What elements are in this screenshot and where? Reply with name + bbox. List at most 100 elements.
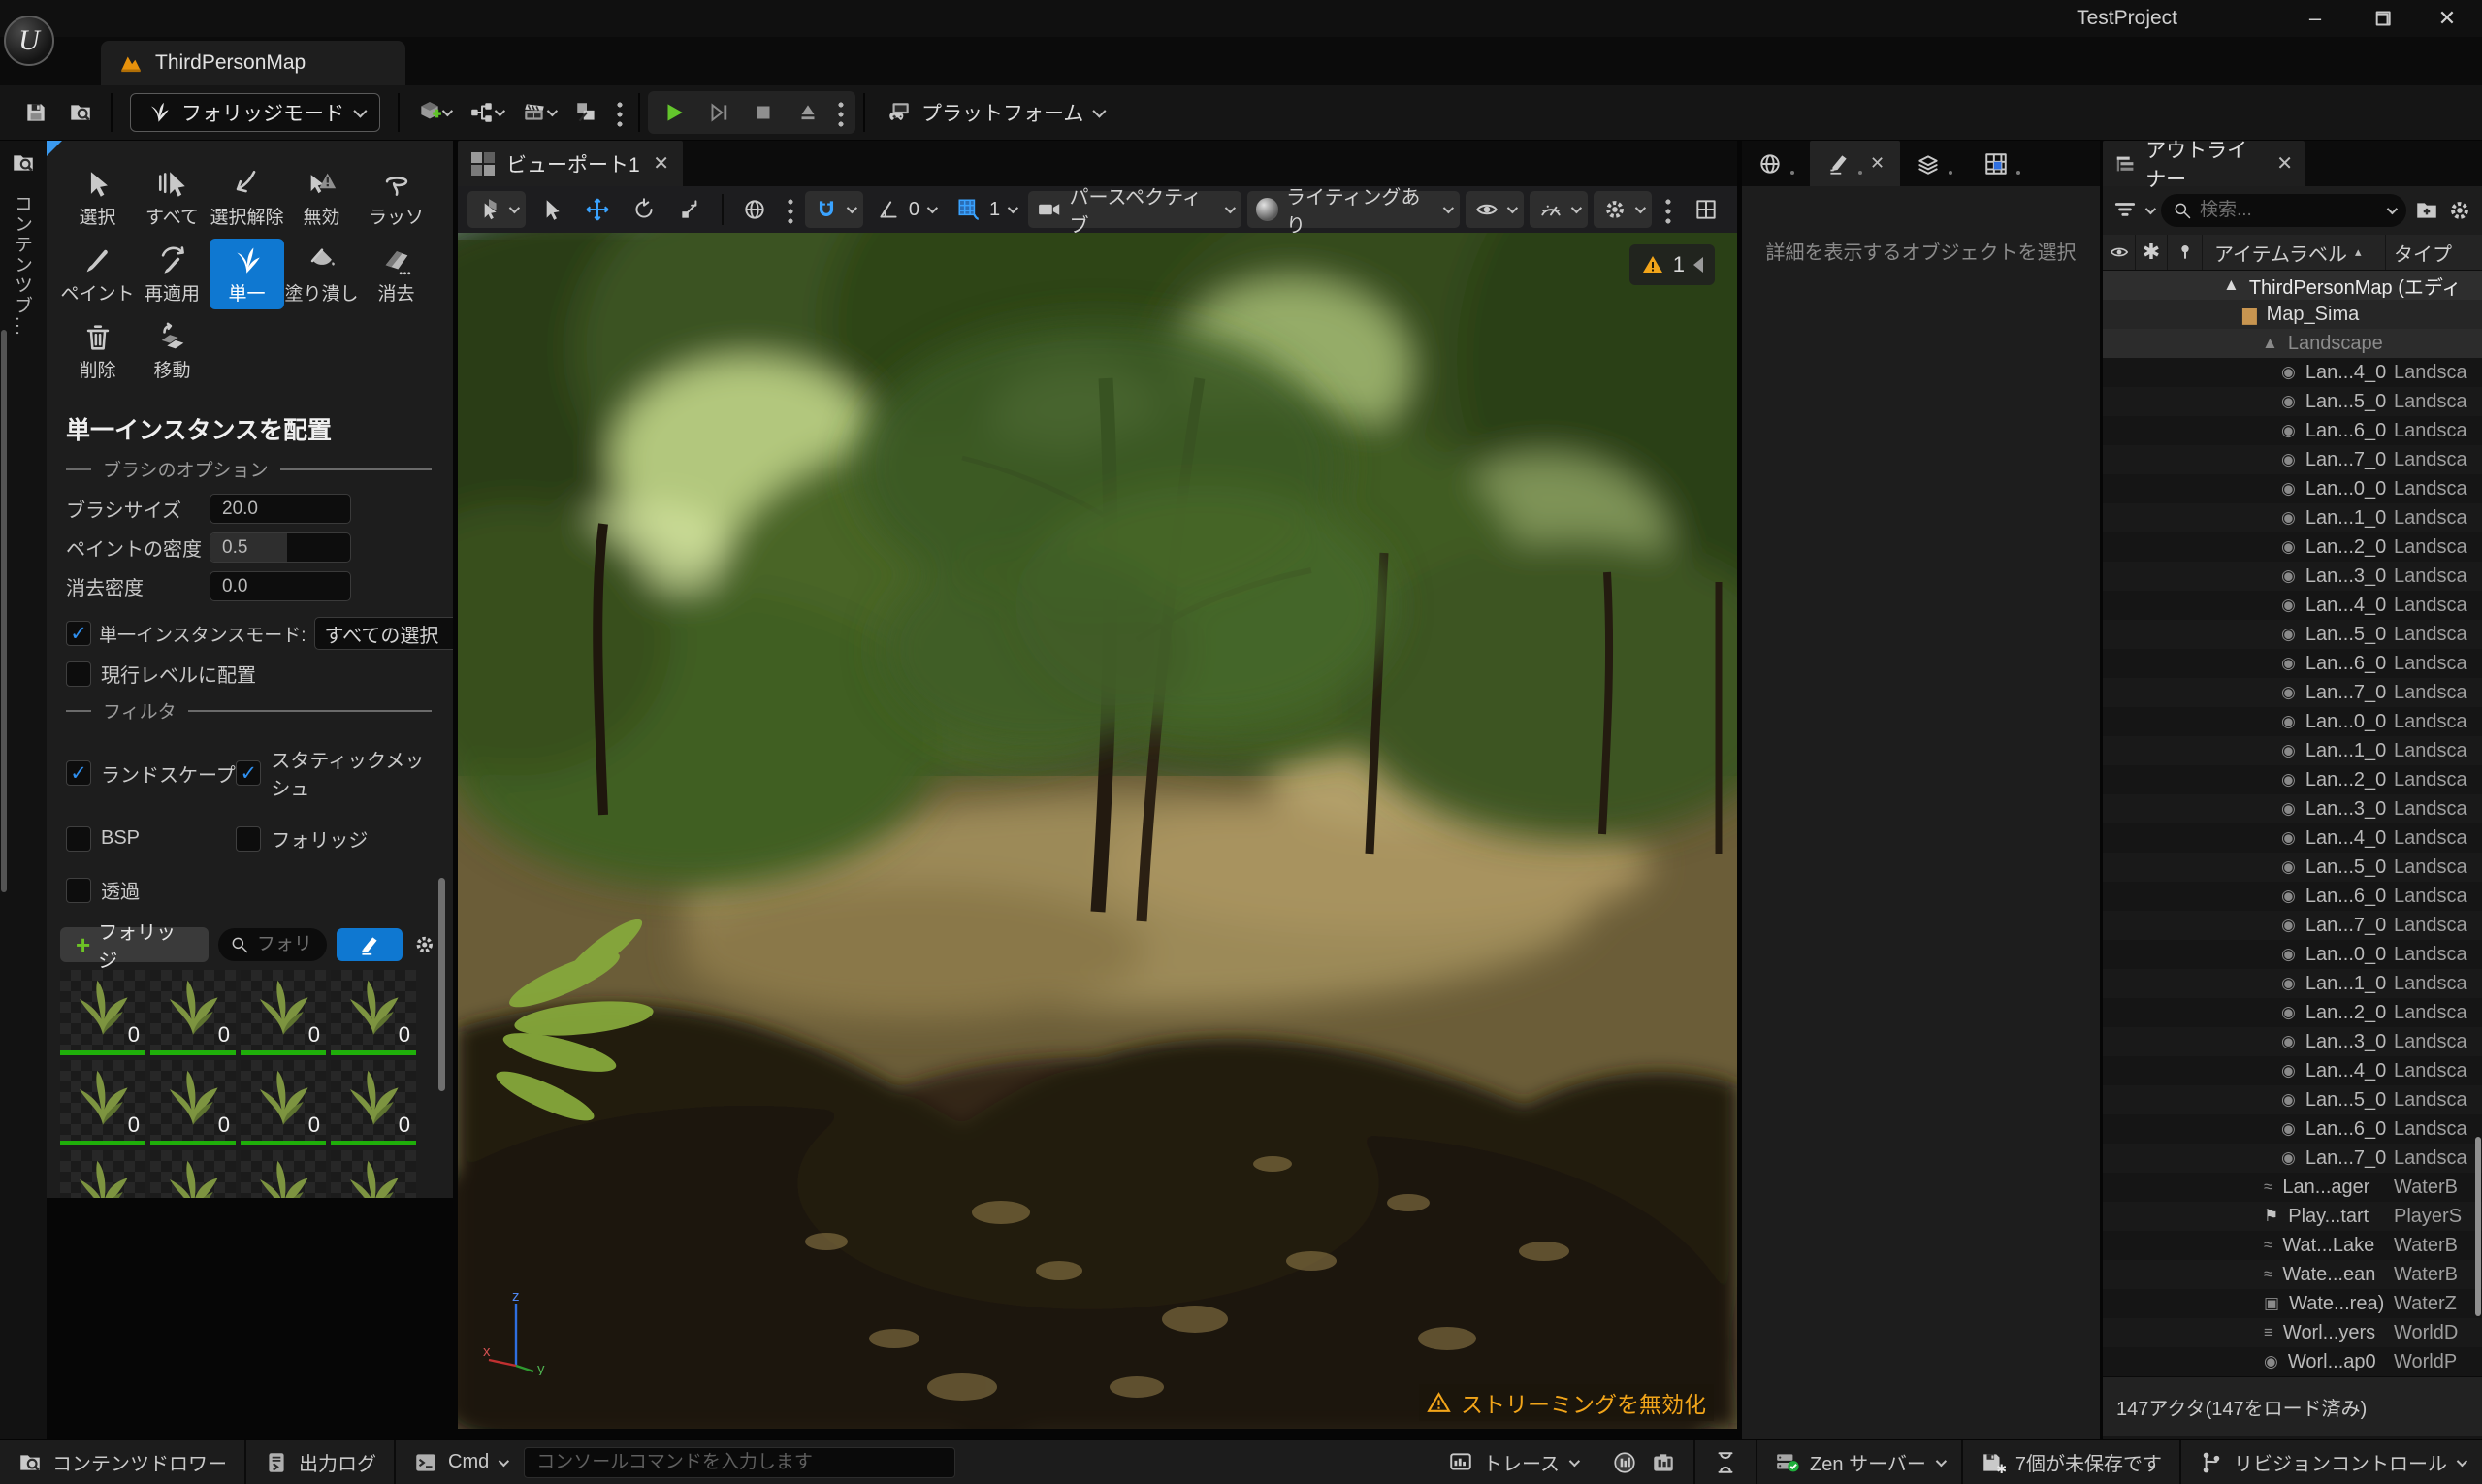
tool-lasso[interactable]: ラッソ [359, 162, 434, 233]
viewport-settings-dropdown[interactable] [1594, 191, 1652, 228]
tool-deselect[interactable]: 選択解除 [210, 162, 284, 233]
outliner-row[interactable]: ◉ Lan...6_0 Landsca [2103, 1114, 2482, 1144]
tool-erase[interactable]: 消去 [359, 239, 434, 309]
outliner-row[interactable]: ◉ Lan...0_0 Landsca [2103, 707, 2482, 736]
tool-paint[interactable]: ペイント [60, 239, 135, 309]
minimize-button[interactable]: – [2294, 4, 2337, 33]
close-button[interactable]: ✕ [2426, 4, 2468, 33]
trace-dropdown[interactable]: トレース [1431, 1440, 1595, 1484]
search-options-chevron[interactable] [2387, 204, 2398, 214]
streaming-warning[interactable]: ストリーミングを無効化 [1419, 1384, 1714, 1421]
outliner-row[interactable]: ◉ Lan...1_0 Landsca [2103, 736, 2482, 765]
palette-settings-gear-icon[interactable] [412, 932, 437, 957]
outliner-row[interactable]: ◉ Lan...2_0 Landsca [2103, 998, 2482, 1027]
palette-paint-button[interactable] [337, 928, 403, 961]
eject-button[interactable] [786, 94, 830, 131]
perspective-dropdown[interactable]: パースペクティブ [1028, 191, 1241, 228]
tool-single-instance[interactable]: 単一 [210, 239, 284, 309]
play-button[interactable] [652, 94, 696, 131]
outliner-row[interactable]: ◉ Lan...4_0 Landsca [2103, 591, 2482, 620]
blueprints-button[interactable] [460, 93, 512, 132]
foliage-tile[interactable]: 0 [331, 970, 416, 1055]
add-foliage-button[interactable]: + フォリッジ [60, 927, 209, 962]
foliage-tile[interactable]: 0 [331, 1060, 416, 1145]
outliner-row[interactable]: ◉ Lan...5_0 Landsca [2103, 1085, 2482, 1114]
content-drawer-tab[interactable] [0, 141, 47, 180]
outliner-row[interactable]: ◉ Lan...3_0 Landsca [2103, 1027, 2482, 1056]
unsaved-files-button[interactable]: ✱ 7個が未保存です [1963, 1440, 2179, 1484]
outliner-scrollbar[interactable] [2475, 1137, 2481, 1316]
toolbar-overflow-dots[interactable] [617, 98, 623, 127]
angle-snap-dropdown[interactable]: 0 [867, 191, 944, 228]
outliner-row[interactable]: ◉ Lan...7_0 Landsca [2103, 911, 2482, 940]
performance-dropdown[interactable] [1530, 191, 1588, 228]
screenshot-camera-icon[interactable] [1651, 1450, 1676, 1475]
tab-close-icon[interactable]: ✕ [1870, 153, 1885, 174]
tab-world-settings[interactable] [1968, 141, 2036, 186]
tool-invalid[interactable]: 無効 [284, 162, 359, 233]
outliner-tab[interactable]: アウトライナー ✕ [2103, 141, 2305, 186]
world-local-toggle[interactable] [733, 191, 776, 228]
type-column-header[interactable]: タイプ [2386, 235, 2482, 270]
outliner-row[interactable]: ◉ Lan...1_0 Landsca [2103, 503, 2482, 532]
cinematics-button[interactable] [512, 93, 564, 132]
content-browser-button[interactable] [58, 93, 103, 132]
outliner-row[interactable]: ◉ Lan...0_0 Landsca [2103, 940, 2482, 969]
left-scrollbar[interactable] [1, 330, 7, 892]
outliner-settings-gear-icon[interactable] [2447, 198, 2472, 223]
tab-details-active[interactable]: ✕ [1810, 141, 1900, 186]
viewport-tab-close-icon[interactable]: ✕ [653, 151, 669, 176]
foliage-tile[interactable]: 0 [60, 1150, 145, 1198]
outliner-row[interactable]: ≈ Lan...ager WaterB [2103, 1173, 2482, 1202]
platforms-button[interactable]: プラットフォーム [873, 98, 1116, 127]
asset-tab-thirdpersonmap[interactable]: ThirdPersonMap [101, 41, 405, 85]
visibility-column-header[interactable] [2103, 235, 2136, 270]
output-log-button[interactable]: 出力ログ [246, 1440, 394, 1484]
filter-chevron-icon[interactable] [2145, 204, 2156, 214]
pin-column-header[interactable] [2168, 235, 2203, 270]
outliner-row[interactable]: ◉ Lan...7_0 Landsca [2103, 1144, 2482, 1173]
tool-select-all[interactable]: すべて [135, 162, 210, 233]
outliner-row[interactable]: ◉ Lan...5_0 Landsca [2103, 620, 2482, 649]
play-options-dots[interactable] [838, 98, 844, 127]
outliner-row[interactable]: ◉ Lan...5_0 Landsca [2103, 387, 2482, 416]
outliner-row[interactable]: ▲ ThirdPersonMap (エディ [2103, 271, 2482, 300]
outliner-row[interactable]: ▲ Landscape [2103, 329, 2482, 358]
tool-select[interactable]: 選択 [60, 162, 135, 233]
view-mode-dropdown[interactable]: ライティングあり [1247, 191, 1461, 228]
viewport-warning-badge[interactable]: 1 [1629, 244, 1715, 285]
outliner-row[interactable]: ◉ Lan...1_0 Landsca [2103, 969, 2482, 998]
stop-button[interactable] [741, 94, 786, 131]
foliage-tile[interactable]: 0 [331, 1150, 416, 1198]
palette-search-input[interactable] [257, 934, 315, 955]
transform-mode-dropdown[interactable] [467, 191, 526, 228]
palette-scrollbar[interactable] [438, 878, 445, 1091]
content-drawer-button[interactable]: コンテンツドロワー [0, 1440, 244, 1484]
rotation-snap-toggle[interactable] [805, 191, 863, 228]
foliage-tile[interactable]: 0 [241, 970, 326, 1055]
outliner-row[interactable]: ◉ Worl...ap0 WorldP [2103, 1347, 2482, 1376]
outliner-row[interactable]: ▣ Wate...rea) WaterZ [2103, 1289, 2482, 1318]
foliage-tile[interactable]: 0 [150, 1150, 236, 1198]
tab-world[interactable] [1742, 141, 1810, 186]
outliner-row[interactable]: ◉ Lan...6_0 Landsca [2103, 649, 2482, 678]
outliner-tab-close-icon[interactable]: ✕ [2276, 151, 2293, 176]
save-button[interactable] [14, 93, 58, 132]
revision-control-dropdown[interactable]: リビジョンコントロール [2181, 1440, 2482, 1484]
restore-button[interactable] [2360, 4, 2402, 33]
zen-server-dropdown[interactable]: Zen サーバー [1757, 1440, 1961, 1484]
cmd-dropdown[interactable]: Cmd [396, 1440, 524, 1484]
mode-select-button[interactable]: フォリッジモード [130, 93, 380, 132]
outliner-row[interactable]: ◉ Lan...2_0 Landsca [2103, 532, 2482, 562]
move-tool-button[interactable] [576, 191, 619, 228]
foliage-tile[interactable]: 0 [241, 1150, 326, 1198]
favorite-column-header[interactable]: ✱ [2136, 235, 2168, 270]
tool-fill[interactable]: 塗り潰し [284, 239, 359, 309]
place-current-level-checkbox[interactable] [66, 661, 91, 687]
foliage-tile[interactable]: 0 [60, 1060, 145, 1145]
paint-density-field[interactable]: 0.5 [210, 532, 351, 563]
outliner-row[interactable]: ⚑ Play...tart PlayerS [2103, 1202, 2482, 1231]
outliner-row[interactable]: ≡ Worl...yers WorldD [2103, 1318, 2482, 1347]
filter-staticmesh-checkbox[interactable] [236, 760, 261, 786]
filter-translucent-checkbox[interactable] [66, 878, 91, 903]
